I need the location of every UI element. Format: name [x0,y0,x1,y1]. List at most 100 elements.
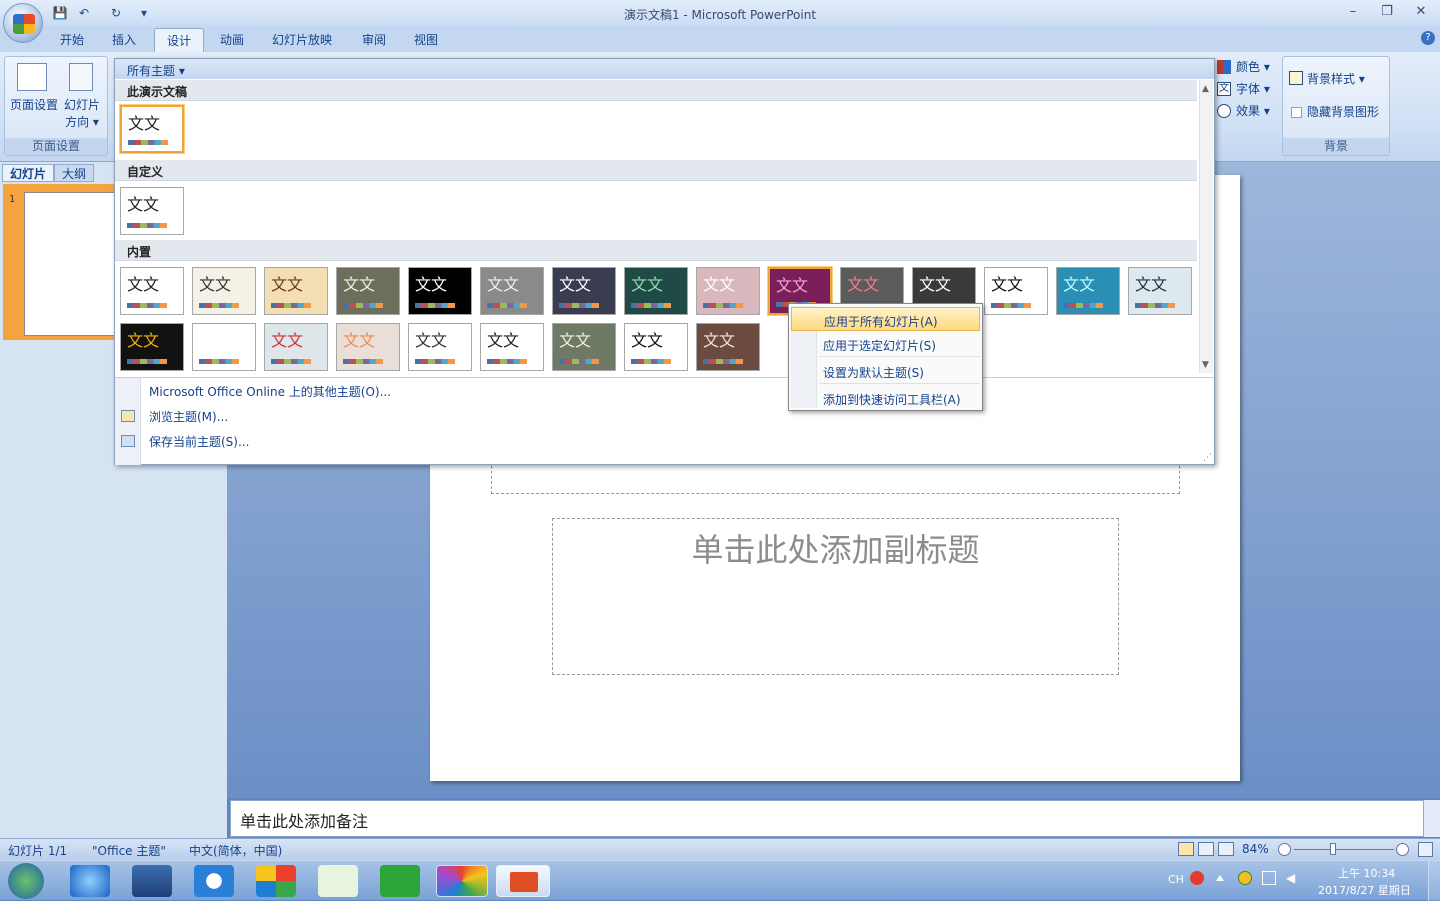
theme-effects-button[interactable]: 效果 ▾ [1236,103,1270,119]
theme-colors-button[interactable]: 颜色 ▾ [1236,59,1270,75]
tab-slideshow[interactable]: 幻灯片放映 [260,28,344,52]
zoom-in-icon[interactable] [1396,843,1409,856]
theme-thumbnail-builtin[interactable]: 文文 [408,267,472,315]
customize-qat-icon[interactable]: ▾ [136,5,152,21]
hide-background-checkbox[interactable] [1291,107,1302,118]
slide-sorter-icon[interactable] [1198,842,1214,856]
theme-thumbnail-custom[interactable]: 文文 [120,187,184,235]
theme-thumbnail-builtin[interactable]: 文文 [120,323,184,371]
add-to-qat-item[interactable]: 添加到快速访问工具栏(A) [791,386,980,410]
input-language[interactable]: CH [1168,873,1184,886]
theme-thumbnail-builtin[interactable]: 文文 [1128,267,1192,315]
theme-thumbnail-builtin[interactable]: 文文 [552,323,616,371]
theme-sample-text: 文文 [343,275,376,294]
fit-to-window-icon[interactable] [1418,842,1433,857]
theme-thumbnail-builtin[interactable]: 文文 [696,323,760,371]
tab-animations[interactable]: 动画 [208,28,256,52]
apply-selected-slides-item[interactable]: 应用于选定幻灯片(S) [791,332,980,356]
normal-view-icon[interactable] [1178,842,1194,856]
restore-button[interactable]: ❐ [1372,2,1402,22]
theme-thumbnail-builtin[interactable]: 文文 [336,267,400,315]
tab-outline[interactable]: 大纲 [54,164,95,182]
window-title: 演示文稿1 - Microsoft PowerPoint [623,8,817,22]
slide-orientation-button[interactable]: 幻灯片 [61,97,103,113]
theme-sample-text: 文文 [703,275,736,294]
theme-thumbnail-builtin[interactable]: 文文 [192,267,256,315]
resize-grip-icon[interactable]: ⋰ [1203,453,1212,463]
powerpoint-taskbar-button[interactable] [496,865,550,897]
tab-home[interactable]: 开始 [48,28,96,52]
undo-icon[interactable]: ↶ [76,5,92,21]
theme-thumbnail-builtin[interactable]: 文文 [1056,267,1120,315]
volume-icon[interactable]: ◀ [1286,871,1300,885]
slideshow-icon[interactable] [1218,842,1234,856]
theme-thumbnail-builtin[interactable]: 文文 [480,323,544,371]
office-button[interactable] [3,3,43,43]
tab-insert[interactable]: 插入 [100,28,148,52]
start-button[interactable] [8,863,44,899]
slide-orientation-label2[interactable]: 方向 ▾ [61,114,103,130]
theme-color-swatches [703,359,743,364]
zoom-slider[interactable] [1294,849,1394,850]
save-icon[interactable]: 💾 [52,5,68,21]
online-themes-link[interactable]: Microsoft Office Online 上的其他主题(O)... [149,383,391,400]
app-store-icon[interactable] [256,865,296,897]
show-hidden-icons-icon[interactable] [1216,875,1224,881]
background-styles-button[interactable]: 背景样式 ▾ [1307,71,1365,87]
green-triangle-app-icon[interactable] [380,865,420,897]
tab-design[interactable]: 设计 [154,28,205,52]
zoom-level[interactable]: 84% [1242,842,1269,856]
clock-date[interactable]: 2017/8/27 星期日 [1318,882,1411,898]
redo-icon[interactable]: ↻ [108,5,124,21]
theme-thumbnail-builtin[interactable]: 文文 [192,323,256,371]
theme-thumbnail-builtin[interactable]: 文文 [984,267,1048,315]
theme-fonts-button[interactable]: 字体 ▾ [1236,81,1270,97]
windows-taskbar: CH ◀ 上午 10:34 2017/8/27 星期日 [0,860,1440,901]
sogou-tray-icon[interactable] [1190,871,1204,885]
theme-thumbnail-builtin[interactable]: 文文 [624,267,688,315]
close-button[interactable]: ✕ [1406,2,1436,22]
theme-thumbnail-builtin[interactable]: 文文 [624,323,688,371]
notes-scrollbar[interactable] [1424,800,1440,837]
slide-thumbnail[interactable] [24,192,117,336]
minimize-button[interactable]: – [1338,2,1368,22]
theme-thumbnail-builtin[interactable]: 文文 [264,323,328,371]
green-app-icon[interactable] [318,865,358,897]
theme-color-swatches [127,359,167,364]
page-setup-button[interactable]: 页面设置 [7,97,61,113]
theme-thumbnail-builtin[interactable]: 文文 [120,267,184,315]
tab-view[interactable]: 视图 [402,28,450,52]
background-styles-icon [1289,71,1303,85]
theme-thumbnail-builtin[interactable]: 文文 [696,267,760,315]
theme-thumbnail-builtin[interactable]: 文文 [408,323,472,371]
save-theme-link[interactable]: 保存当前主题(S)... [149,433,249,450]
notes-pane[interactable]: 单击此处添加备注 [230,800,1424,837]
theme-thumbnail-current[interactable]: 文文 [120,105,184,153]
subtitle-placeholder[interactable]: 单击此处添加副标题 [552,518,1119,675]
theme-thumbnail-builtin[interactable]: 文文 [336,323,400,371]
tab-slides[interactable]: 幻灯片 [2,164,55,182]
scroll-up-icon[interactable]: ▲ [1202,84,1209,94]
sogou-icon[interactable] [194,865,234,897]
gallery-scrollbar[interactable]: ▲ ▼ [1199,80,1213,373]
theme-thumbnail-builtin[interactable]: 文文 [264,267,328,315]
theme-thumbnail-builtin[interactable]: 文文 [552,267,616,315]
apply-all-slides-item[interactable]: 应用于所有幻灯片(A) [791,307,980,331]
scroll-down-icon[interactable]: ▼ [1202,360,1209,370]
tab-review[interactable]: 审阅 [350,28,398,52]
tray-app-icon[interactable] [1238,871,1252,885]
ie-icon[interactable] [70,865,110,897]
show-desktop-button[interactable] [1428,861,1440,901]
set-default-theme-item[interactable]: 设置为默认主题(S) [791,359,980,383]
zoom-slider-thumb[interactable] [1330,843,1336,855]
photo-app-icon[interactable] [436,865,488,897]
network-icon[interactable] [1262,871,1276,885]
theme-color-swatches [271,359,311,364]
zoom-out-icon[interactable] [1278,843,1291,856]
file-manager-icon[interactable] [132,865,172,897]
browse-themes-link[interactable]: 浏览主题(M)... [149,408,228,425]
all-themes-filter[interactable]: 所有主题 ▾ [127,62,185,79]
theme-thumbnail-builtin[interactable]: 文文 [480,267,544,315]
clock-time[interactable]: 上午 10:34 [1338,865,1395,881]
help-icon[interactable]: ? [1421,31,1435,45]
